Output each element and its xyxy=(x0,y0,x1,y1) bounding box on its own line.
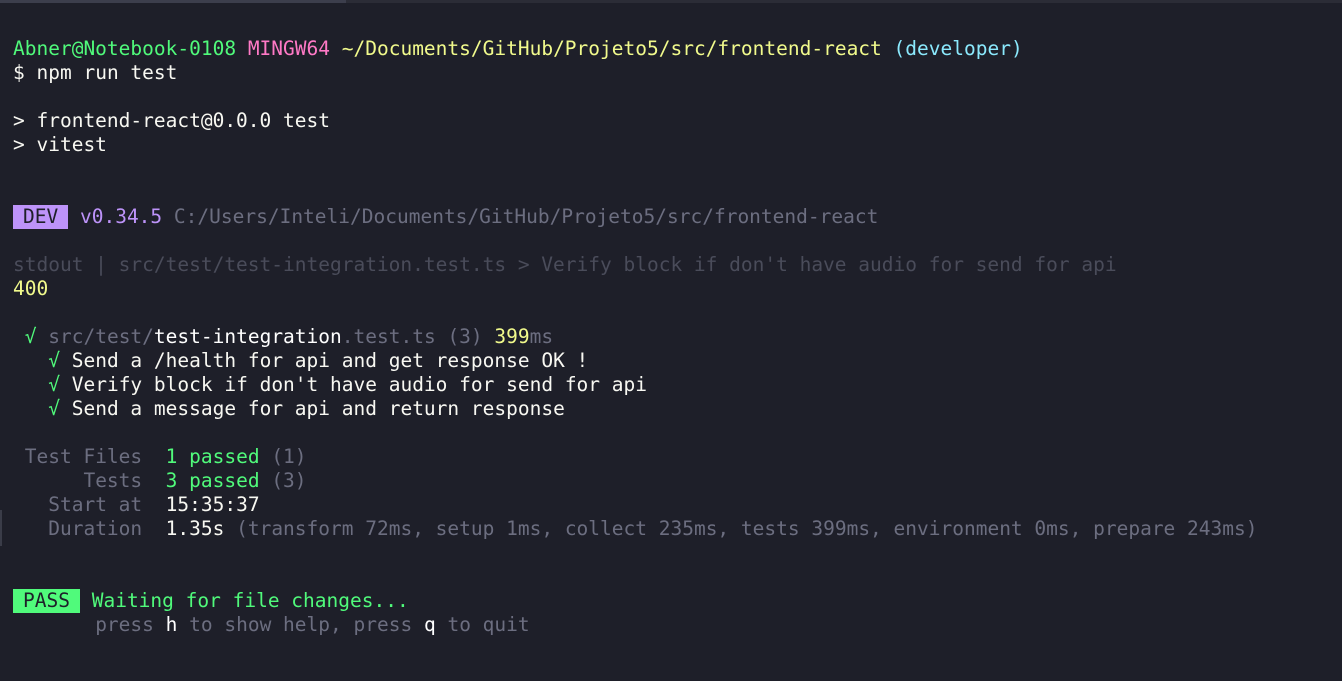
summary-duration: Duration 1.35s (transform 72ms, setup 1m… xyxy=(13,517,1257,541)
pass-badge: PASS xyxy=(13,589,80,613)
test-case-name: Send a /health for api and get response … xyxy=(71,349,589,372)
summary-label: Test Files xyxy=(24,445,143,468)
check-icon: √ xyxy=(48,397,60,420)
test-file-count: (3) xyxy=(447,325,483,348)
summary-start-value: 15:35:37 xyxy=(165,493,260,516)
test-file-result: √ src/test/test-integration.test.ts (3) … xyxy=(13,325,553,349)
help-hint: press h to show help, press q to quit xyxy=(13,613,530,637)
stdout-value: 400 xyxy=(13,277,49,300)
test-file-time-unit: ms xyxy=(529,325,554,348)
npm-script-line-2: > vitest xyxy=(13,133,107,156)
summary-label: Duration xyxy=(48,517,143,540)
summary-tests: Tests 3 passed (3) xyxy=(13,469,307,493)
help-text: to quit xyxy=(447,613,530,636)
summary-tests-total: (3) xyxy=(271,469,307,492)
summary-test-files: Test Files 1 passed (1) xyxy=(13,445,307,469)
check-icon: √ xyxy=(24,325,37,348)
summary-duration-value: 1.35s xyxy=(165,517,225,540)
test-case-name: Send a message for api and return respon… xyxy=(71,397,565,420)
prompt-branch: (developer) xyxy=(893,37,1023,60)
check-icon: √ xyxy=(48,349,60,372)
active-tab-indicator[interactable] xyxy=(0,0,346,3)
project-root-path: C:/Users/Inteli/Documents/GitHub/Projeto… xyxy=(173,205,879,228)
prompt-user-host: Abner@Notebook-0108 xyxy=(13,37,237,60)
help-key-q: q xyxy=(423,613,436,636)
command-line: $ npm run test xyxy=(13,61,177,85)
help-text: press xyxy=(95,613,154,636)
summary-label: Tests xyxy=(83,469,143,492)
test-file-dir: src/test/ xyxy=(48,325,154,348)
vitest-header: DEV v0.34.5 C:/Users/Inteli/Documents/Gi… xyxy=(13,205,878,229)
prompt-symbol: $ xyxy=(13,61,25,84)
tab-bar xyxy=(0,0,1342,3)
watch-message: Waiting for file changes... xyxy=(91,589,409,612)
check-icon: √ xyxy=(48,373,60,396)
prompt-system: MINGW64 xyxy=(247,37,330,60)
terminal-window[interactable]: Abner@Notebook-0108 MINGW64 ~/Documents/… xyxy=(0,0,1342,681)
vitest-version: v0.34.5 xyxy=(79,205,163,228)
watch-status: PASS Waiting for file changes... xyxy=(13,589,409,613)
scroll-marker xyxy=(0,510,2,546)
summary-label: Start at xyxy=(48,493,143,516)
help-text: to show help, press xyxy=(189,613,413,636)
test-case-name: Verify block if don't have audio for sen… xyxy=(71,373,647,396)
summary-tests-passed: 3 passed xyxy=(165,469,260,492)
dev-mode-badge: DEV xyxy=(13,205,69,229)
summary-duration-detail: (transform 72ms, setup 1ms, collect 235m… xyxy=(236,517,1258,540)
command-text: npm run test xyxy=(36,61,178,84)
shell-prompt: Abner@Notebook-0108 MINGW64 ~/Documents/… xyxy=(13,37,1023,61)
test-file-name: test-integration xyxy=(153,325,342,348)
summary-start: Start at 15:35:37 xyxy=(13,493,260,517)
test-file-time: 399 xyxy=(494,325,530,348)
test-case: √ Send a message for api and return resp… xyxy=(13,397,565,421)
help-key-h: h xyxy=(165,613,178,636)
prompt-path: ~/Documents/GitHub/Projeto5/src/frontend… xyxy=(341,37,882,60)
npm-script-line-1: > frontend-react@0.0.0 test xyxy=(13,109,330,132)
test-case: √ Verify block if don't have audio for s… xyxy=(13,373,647,397)
summary-files-passed: 1 passed xyxy=(165,445,260,468)
test-file-ext: .test.ts xyxy=(341,325,436,348)
summary-files-total: (1) xyxy=(271,445,307,468)
test-case: √ Send a /health for api and get respons… xyxy=(13,349,588,373)
stdout-label: stdout | src/test/test-integration.test.… xyxy=(13,253,1117,276)
